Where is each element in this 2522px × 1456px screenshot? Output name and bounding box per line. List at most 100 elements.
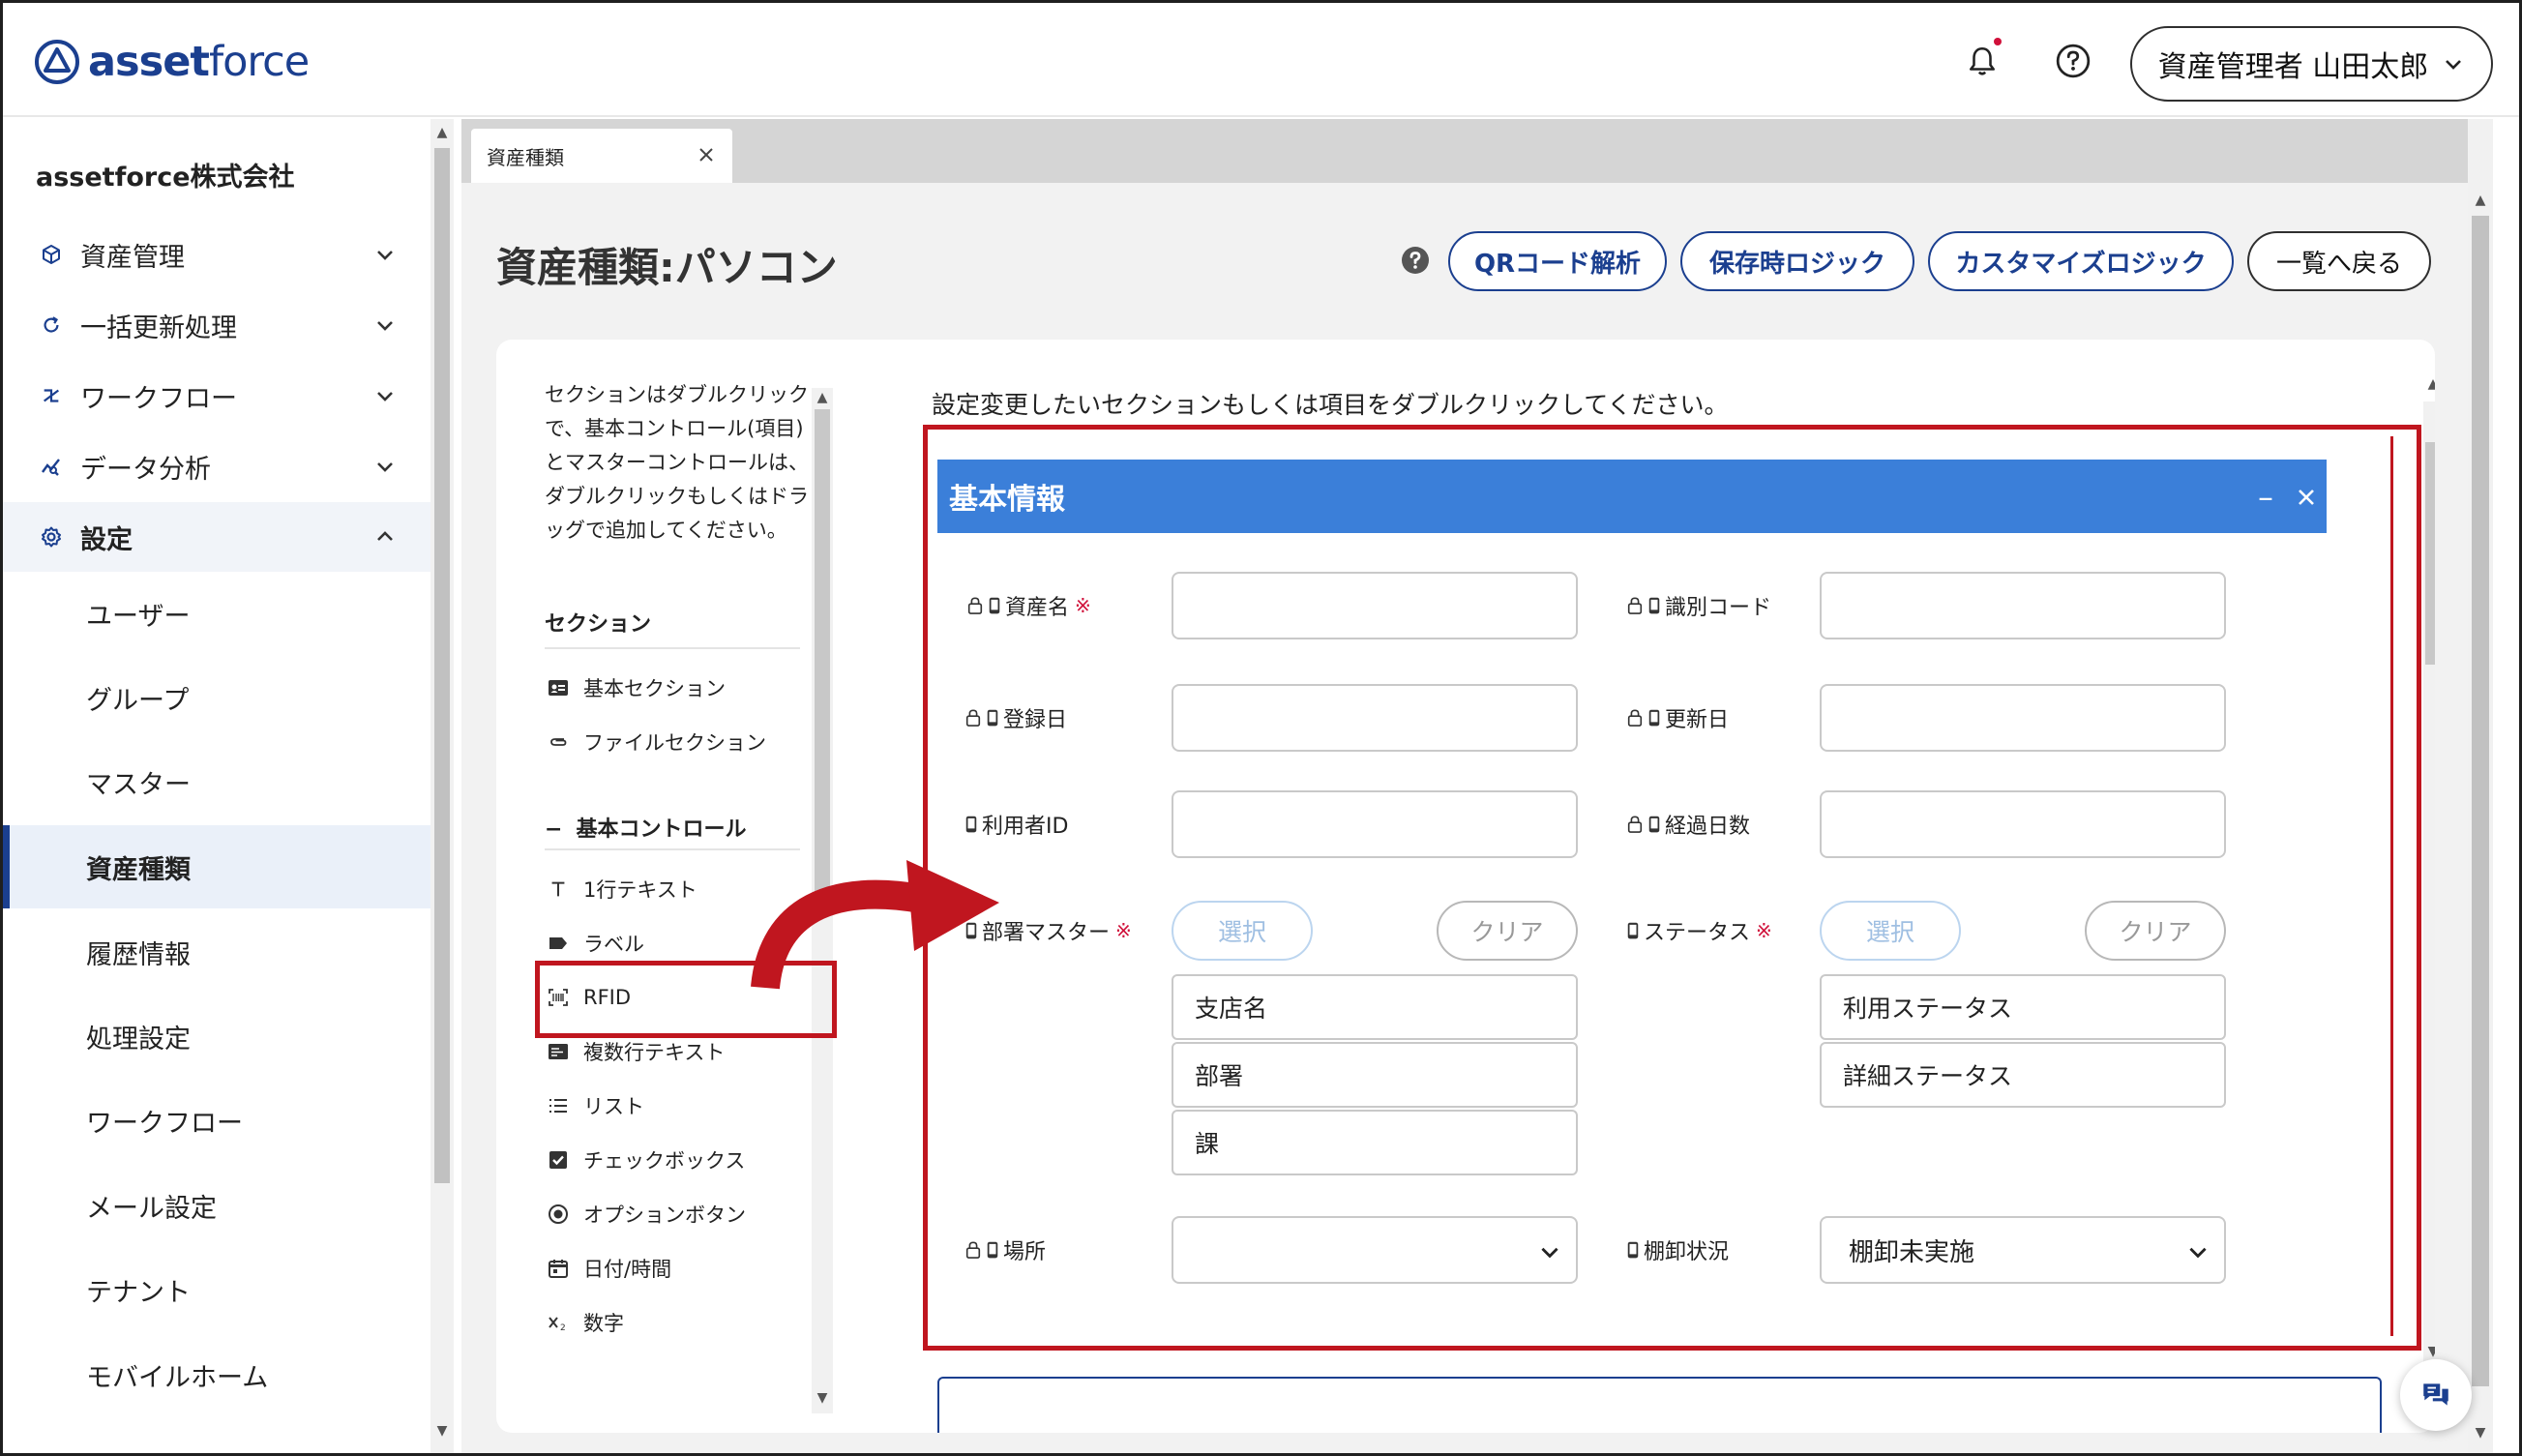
scroll-down-arrow-icon[interactable]: ▼ [434,1423,450,1439]
scroll-down-arrow-icon[interactable]: ▼ [2423,1344,2435,1359]
refresh-icon [38,312,65,339]
sidebar-item-data-analysis[interactable]: データ分析 [3,431,430,501]
sidebar-subitem-mail-settings[interactable]: メール設定 [3,1164,430,1247]
chevron-down-icon [371,452,400,481]
tab-label: 資産種類 [487,145,564,169]
main-scroll-thumb[interactable] [2472,216,2489,1386]
sidebar-item-label: 一括更新処理 [80,312,237,343]
form-scroll-thumb[interactable] [2425,442,2435,665]
page-title: 資産種類:パソコン [496,244,838,291]
palette-number[interactable]: 2 数字 [545,1303,624,1342]
checkbox-icon [545,1146,572,1174]
chevron-down-icon [2446,60,2462,70]
id-card-icon [545,674,572,701]
chevron-down-icon [371,381,400,410]
collapse-toggle: − [545,817,563,842]
sidebar-subitem-workflow[interactable]: ワークフロー [3,1079,430,1162]
palette-list[interactable]: リスト [545,1086,644,1125]
scroll-up-arrow-icon[interactable]: ▲ [2423,376,2435,392]
main-area: 資産種類 資産種類:パソコン QRコード解析 保存時ロジック カスタマイズロジッ… [461,119,2493,1453]
svg-text:2: 2 [560,1323,566,1333]
logo-mark-icon [35,40,79,84]
number-icon: 2 [545,1309,572,1336]
sidebar-item-asset-management[interactable]: 資産管理 [3,220,430,289]
scroll-up-arrow-icon[interactable]: ▲ [812,390,833,405]
qr-code-analysis-button[interactable]: QRコード解析 [1448,231,1667,291]
chat-icon [2423,1383,2448,1406]
sidebar-item-settings[interactable]: 設定 [3,502,430,572]
list-icon [545,1092,572,1119]
palette-basic-section[interactable]: 基本セクション [545,669,726,707]
sidebar-scrollbar[interactable]: ▲ ▼ [430,119,454,1453]
next-section-edge[interactable] [937,1377,2382,1433]
sidebar: assetforce株式会社 資産管理 一括更新処理 ワークフロー データ分析 … [3,119,430,1453]
back-to-list-button[interactable]: 一覧へ戻る [2247,231,2431,291]
calendar-icon [545,1255,572,1282]
chevron-down-icon [371,311,400,340]
palette-multiline-text[interactable]: 複数行テキスト [545,1032,725,1071]
gear-icon [38,523,65,550]
cube-icon [38,241,65,268]
scroll-up-arrow-icon[interactable]: ▲ [2472,193,2489,208]
sidebar-subitem-master[interactable]: マスター [3,740,430,823]
workflow-icon [38,382,65,409]
sidebar-item-label: ワークフロー [80,383,237,414]
user-menu-button[interactable]: 資産管理者 山田太郎 [2130,26,2493,102]
sidebar-item-label: 資産管理 [80,242,185,273]
multiline-icon [545,1038,572,1065]
sidebar-subitem-users[interactable]: ユーザー [3,572,430,655]
palette-file-section[interactable]: ファイルセクション [545,723,766,761]
scroll-up-arrow-icon[interactable]: ▲ [434,125,450,140]
divider [545,647,800,649]
basic-controls-header[interactable]: − 基本コントロール [545,812,746,843]
assetforce-logo[interactable]: assetforce [34,36,310,88]
close-icon[interactable] [694,142,719,167]
sidebar-item-bulk-update[interactable]: 一括更新処理 [3,290,430,360]
palette-single-line-text[interactable]: 1行テキスト [545,870,697,908]
tab-asset-types[interactable]: 資産種類 [471,129,732,183]
section-header: セクション [545,612,652,637]
scroll-down-arrow-icon[interactable]: ▼ [812,1390,833,1406]
sidebar-subitem-tenant[interactable]: テナント [3,1248,430,1331]
chat-button[interactable] [2400,1359,2472,1431]
notification-bell-icon[interactable] [1961,38,2003,82]
form-highlight-box [923,425,2421,1351]
user-name: 資産管理者 山田太郎 [2157,50,2429,84]
notification-dot [1994,38,2002,45]
palette-checkbox[interactable]: チェックボックス [545,1141,745,1179]
palette-date-time[interactable]: 日付/時間 [545,1249,671,1288]
top-header: assetforce 資産管理者 山田太郎 [3,3,2519,117]
save-logic-button[interactable]: 保存時ロジック [1680,231,1914,291]
scroll-down-arrow-icon[interactable]: ▼ [2472,1425,2489,1441]
radio-icon [545,1201,572,1228]
app-window: assetforce 資産管理者 山田太郎 assetforce株式会社 資産管… [0,0,2522,1456]
paperclip-icon [545,728,572,756]
main-scrollbar[interactable]: ▲ ▼ [2468,119,2493,1453]
company-name: assetforce株式会社 [36,163,295,193]
sidebar-subitem-process-settings[interactable]: 処理設定 [3,995,430,1078]
chart-icon [38,453,65,480]
sidebar-subitem-history[interactable]: 履歴情報 [3,910,430,994]
sidebar-subitem-groups[interactable]: グループ [3,656,430,739]
drag-arrow-icon [751,860,999,990]
palette-label[interactable]: ラベル [545,924,644,963]
sidebar-subitem-mobile-home[interactable]: モバイルホーム [3,1333,430,1416]
tag-icon [545,930,572,957]
sidebar-scroll-thumb[interactable] [434,148,450,1183]
help-icon[interactable] [2052,40,2094,82]
customize-logic-button[interactable]: カスタマイズロジック [1928,231,2234,291]
tab-bar: 資産種類 [461,119,2493,183]
sidebar-item-label: データ分析 [80,454,211,485]
sidebar-item-label: 設定 [80,524,133,555]
palette-option-button[interactable]: オプションボタン [545,1195,746,1233]
palette-scroll-thumb[interactable] [815,409,830,903]
chevron-up-icon [371,522,400,551]
chevron-down-icon [371,240,400,269]
sidebar-subitem-asset-types[interactable]: 資産種類 [3,825,430,908]
form-scrollbar[interactable]: ▲ ▼ [2421,376,2435,1402]
logo-wordmark: assetforce [88,38,310,86]
form-instruction: 設定変更したいセクションもしくは項目をダブルクリックしてください。 [932,391,1729,419]
text-icon [545,876,572,903]
sidebar-item-workflow[interactable]: ワークフロー [3,361,430,431]
question-circle-icon[interactable] [1400,245,1439,283]
